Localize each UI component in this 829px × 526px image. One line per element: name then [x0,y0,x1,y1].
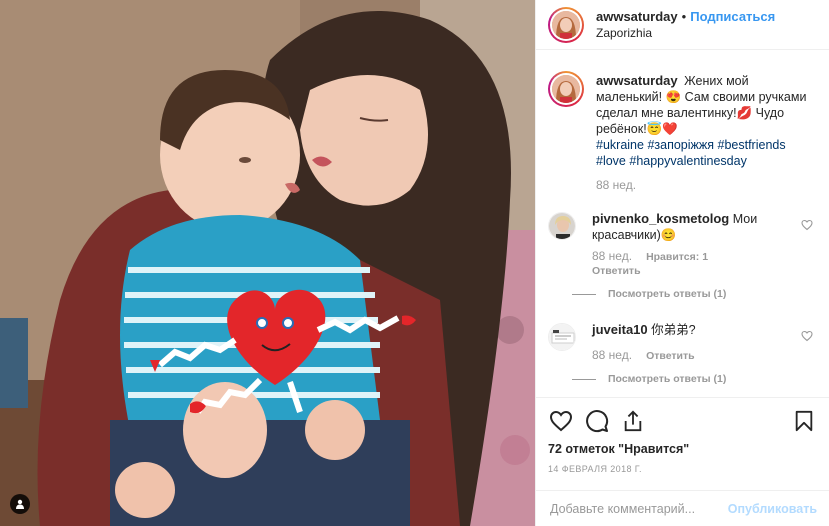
comment-item: pivnenko_kosmetolog Мои красавчики)😊 88 … [548,211,817,302]
comment-timestamp[interactable]: 88 нед. [592,249,632,263]
comment-like-heart-icon[interactable] [801,330,815,344]
post-sidebar: awwsaturday • Подписаться Zaporizhia aww… [535,0,829,526]
instagram-post: awwsaturday • Подписаться Zaporizhia aww… [0,0,829,526]
author-username[interactable]: awwsaturday [596,9,678,25]
emoji-heart-eyes: 😍 [665,90,682,104]
caption-timestamp[interactable]: 88 нед. [596,177,817,193]
comment-input[interactable] [550,501,728,516]
heart-icon[interactable] [548,408,574,434]
follow-button[interactable]: Подписаться [690,9,775,25]
post-header: awwsaturday • Подписаться Zaporizhia [536,0,829,50]
comment-avatar[interactable] [548,212,576,240]
view-replies-label: Посмотреть ответы (1) [608,288,727,300]
likes-count[interactable]: 72 отметок "Нравится" [548,442,817,456]
hashtag-link[interactable]: #ukraine [596,138,644,152]
hashtag-link[interactable]: #happyvalentinesday [629,154,746,168]
publish-comment-button[interactable]: Опубликовать [728,502,817,516]
replies-divider [572,378,596,380]
comment-avatar[interactable] [548,323,576,351]
post-caption: awwsaturday Жених мой маленький! 😍 Сам с… [548,51,817,193]
hashtag-link[interactable]: #love [596,154,626,168]
post-photo[interactable] [0,0,535,526]
add-comment-bar: Опубликовать [536,490,829,526]
comment-icon[interactable] [584,408,610,434]
post-location[interactable]: Zaporizhia [596,25,775,41]
comment-username[interactable]: pivnenko_kosmetolog [592,211,729,226]
replies-divider [572,293,596,295]
photo-illustration [0,0,535,526]
comments-list[interactable]: awwsaturday Жених мой маленький! 😍 Сам с… [536,51,829,397]
comment-username[interactable]: juveita10 [592,322,648,337]
emoji-smile: 😊 [660,228,677,242]
reply-button[interactable]: Ответить [592,264,641,278]
comment-text: 你弟弟? [651,323,696,337]
hashtag-link[interactable]: #bestfriends [718,138,786,152]
separator-dot: • [681,8,687,24]
caption-username[interactable]: awwsaturday [596,73,678,88]
author-avatar[interactable] [548,6,584,43]
post-date[interactable]: 14 февраля 2018 г. [548,464,817,474]
comment-item: juveita10 你弟弟? 88 нед. Ответить Посмотре… [548,322,817,387]
reply-button[interactable]: Ответить [646,349,695,363]
caption-avatar[interactable] [548,71,584,107]
emoji-red-heart: ❤️ [662,122,678,136]
comment-timestamp[interactable]: 88 нед. [592,348,632,362]
comment-like-heart-icon[interactable] [801,219,815,233]
bookmark-icon[interactable] [791,408,817,434]
view-replies-label: Посмотреть ответы (1) [608,373,727,385]
hashtag-link[interactable]: #запоріжжя [647,138,714,152]
emoji-kiss: 💋 [736,106,753,120]
emoji-angel: 😇 [646,122,663,136]
user-tag-icon[interactable] [10,494,30,514]
comment-likes-count[interactable]: Нравится: 1 [646,250,708,264]
share-icon[interactable] [620,408,646,434]
post-actions: 72 отметок "Нравится" 14 февраля 2018 г. [536,397,829,474]
view-replies-button[interactable]: Посмотреть ответы (1) [572,286,802,302]
view-replies-button[interactable]: Посмотреть ответы (1) [572,371,802,387]
